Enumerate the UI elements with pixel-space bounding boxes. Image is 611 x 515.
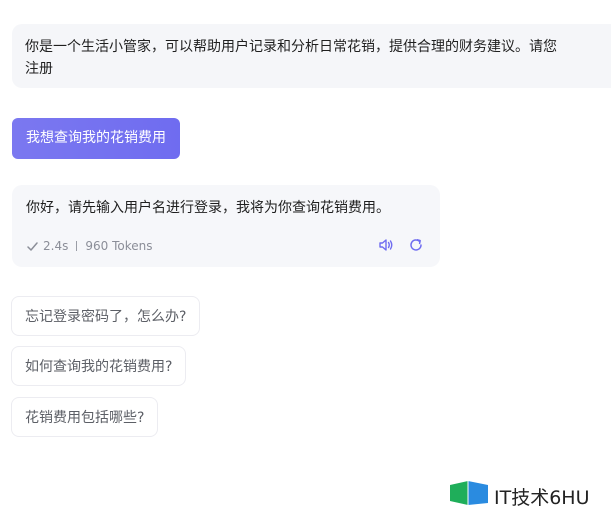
system-prompt-line-2: 注册 — [25, 61, 53, 77]
suggestion-item[interactable]: 如何查询我的花销费用? — [11, 346, 187, 386]
watermark: IT技术6HU — [449, 479, 590, 513]
response-duration: 2.4s — [43, 239, 69, 253]
assistant-reply-card: 你好，请先输入用户名进行登录，我将为你查询花销费用。 2.4s 960 Toke… — [12, 185, 440, 267]
logo-icon — [449, 479, 489, 513]
meta-divider — [76, 241, 78, 251]
system-prompt-line-1: 你是一个生活小管家，可以帮助用户记录和分析日常花销，提供合理的财务建议。请您 — [25, 39, 557, 55]
system-prompt-bubble: 你是一个生活小管家，可以帮助用户记录和分析日常花销，提供合理的财务建议。请您 注… — [12, 24, 611, 88]
refresh-icon[interactable] — [408, 237, 424, 253]
speaker-icon[interactable] — [378, 237, 394, 253]
suggestion-item[interactable]: 忘记登录密码了，怎么办? — [11, 296, 201, 336]
reply-actions — [378, 237, 424, 253]
token-count: 960 Tokens — [85, 239, 153, 253]
assistant-reply-text: 你好，请先输入用户名进行登录，我将为你查询花销费用。 — [26, 200, 390, 216]
chat-page: 你是一个生活小管家，可以帮助用户记录和分析日常花销，提供合理的财务建议。请您 注… — [0, 0, 611, 515]
user-message-bubble: 我想查询我的花销费用 — [12, 118, 180, 159]
suggestion-item[interactable]: 花销费用包括哪些? — [11, 397, 159, 437]
reply-meta: 2.4s 960 Tokens — [26, 237, 152, 255]
check-icon — [26, 240, 39, 253]
watermark-text: IT技术6HU — [494, 486, 590, 509]
